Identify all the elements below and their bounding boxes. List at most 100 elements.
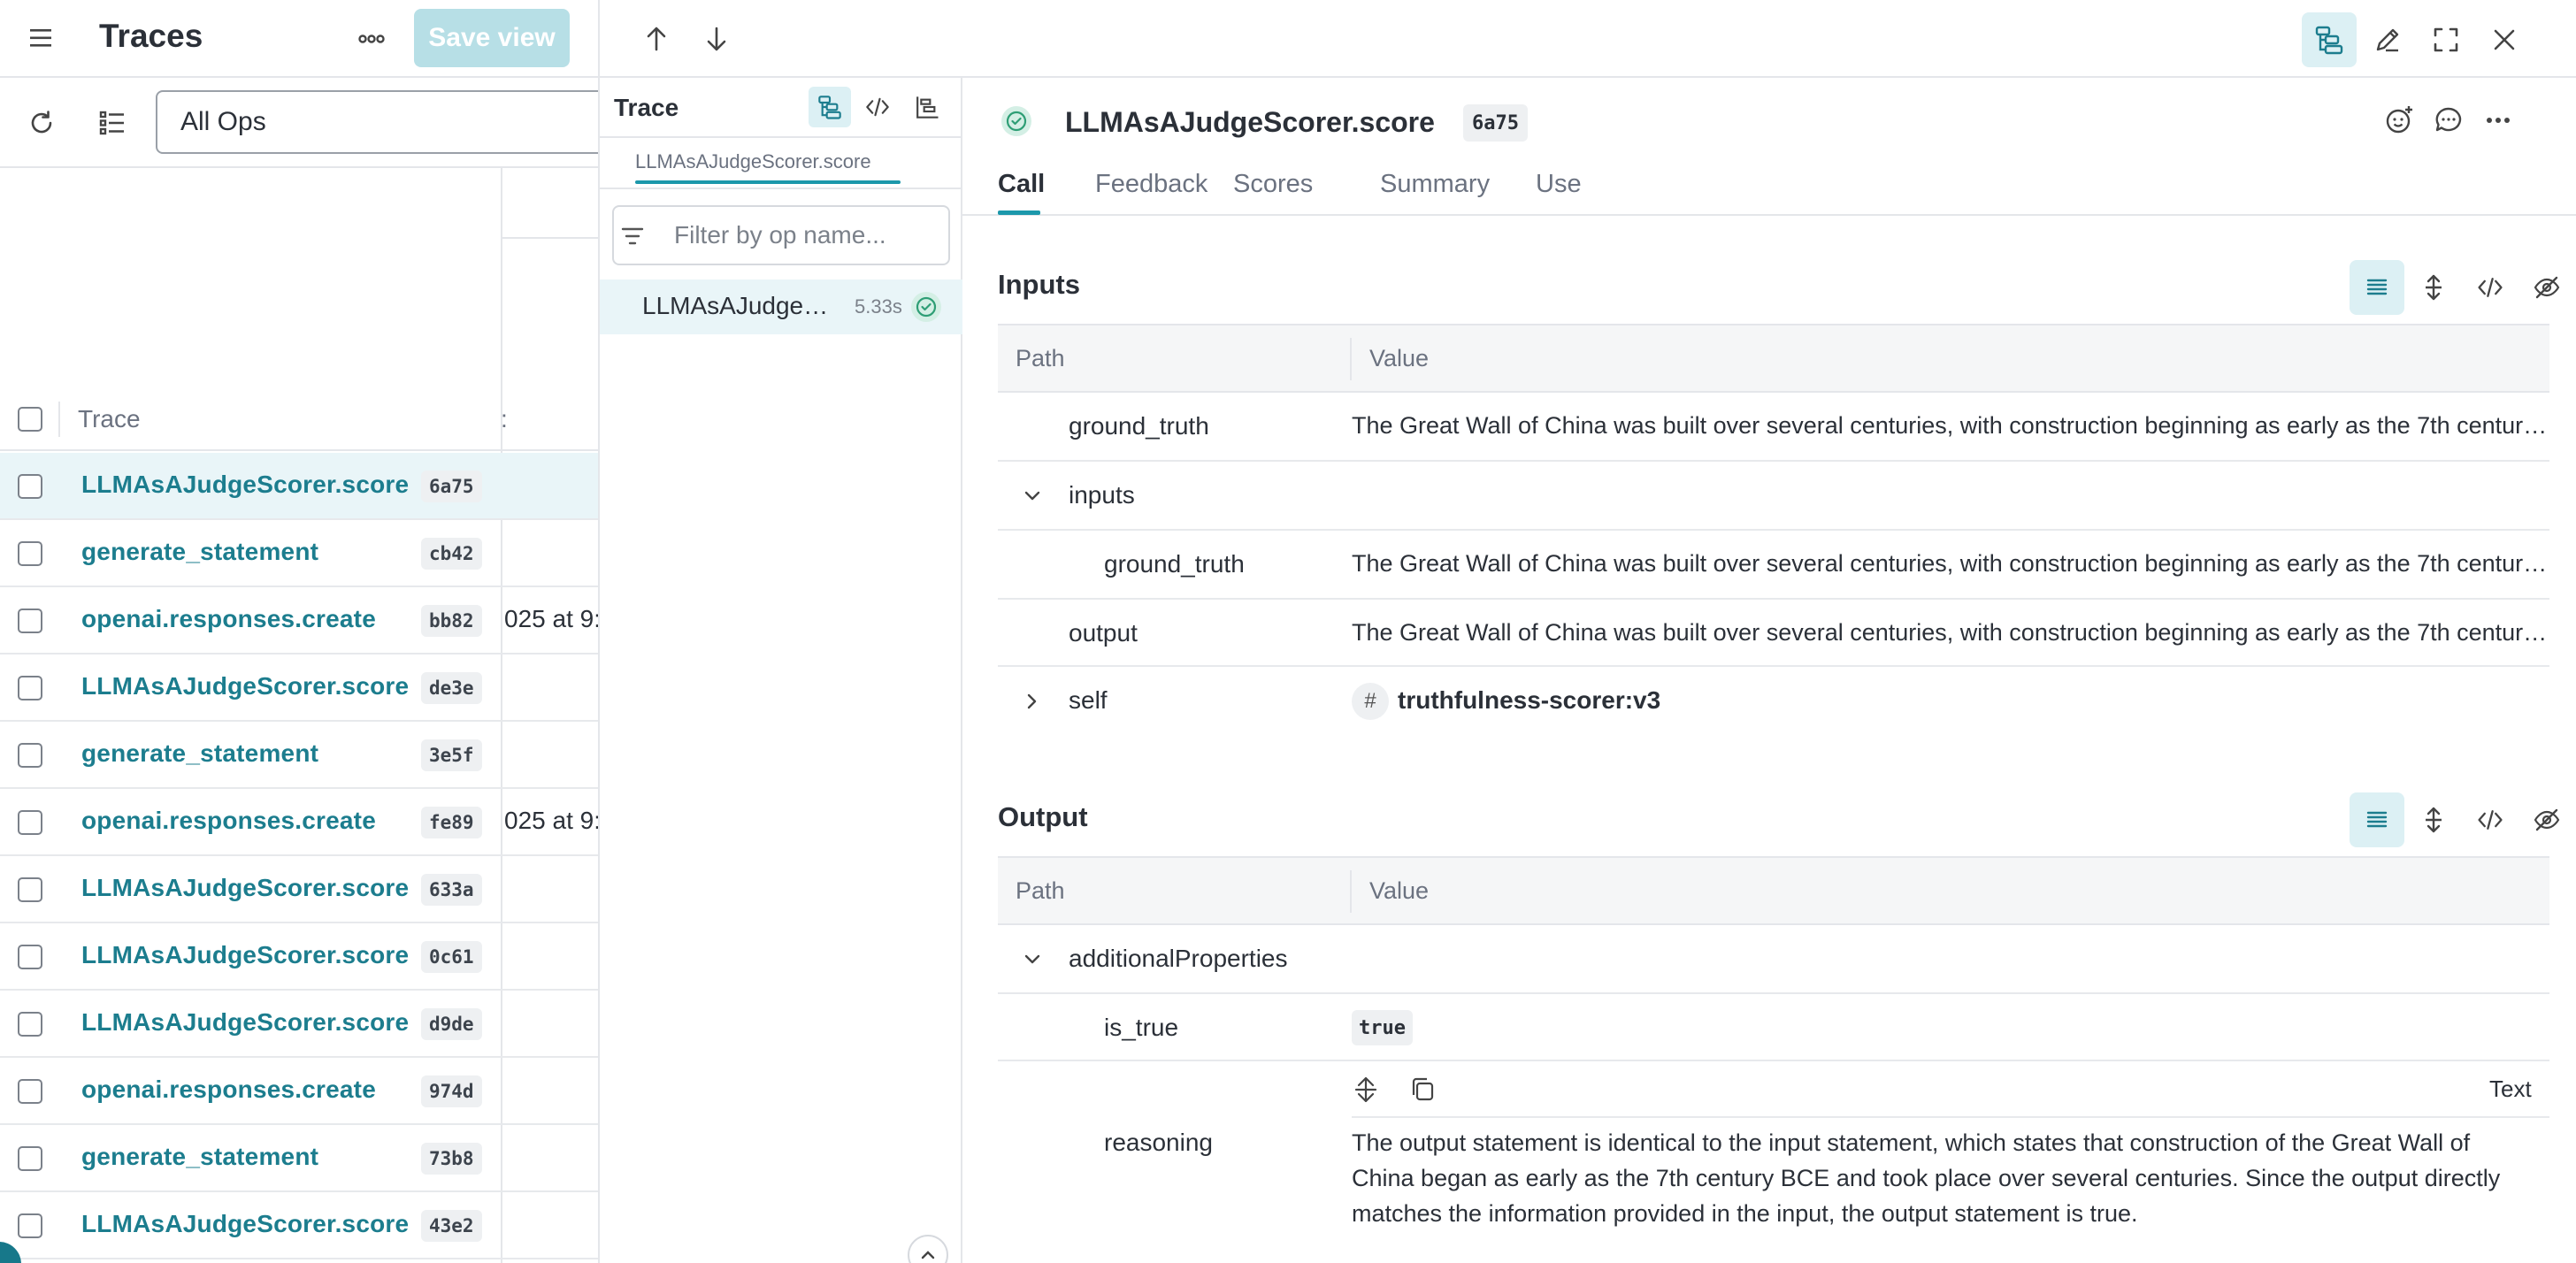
tab-scores[interactable]: Scores: [1233, 170, 1313, 199]
trace-name-link[interactable]: generate_statement: [81, 1143, 318, 1171]
trace-name-link[interactable]: LLMAsAJudgeScorer.score: [81, 1210, 409, 1238]
trace-name-link[interactable]: LLMAsAJudgeScorer.score: [81, 941, 409, 969]
inputs-list-view-button[interactable]: [2350, 260, 2404, 315]
output-hide-button[interactable]: [2519, 792, 2574, 847]
trace-id-badge: 974d: [421, 1075, 482, 1107]
divider: [600, 188, 962, 189]
code-view-button[interactable]: [856, 87, 899, 127]
list-view-icon: [2363, 806, 2391, 834]
trace-id-badge: 43e2: [421, 1210, 482, 1242]
row-checkbox[interactable]: [18, 1012, 42, 1037]
trace-name-link[interactable]: LLMAsAJudgeScorer.score: [81, 874, 409, 902]
trace-row[interactable]: LLMAsAJudgeScorer.score 43e2: [0, 1192, 598, 1259]
chevron-right-icon[interactable]: [1021, 690, 1044, 713]
trace-row[interactable]: generate_statement cb42: [0, 520, 598, 587]
tab-summary[interactable]: Summary: [1380, 170, 1490, 199]
row-checkbox[interactable]: [18, 945, 42, 969]
inputs-code-button[interactable]: [2463, 260, 2518, 315]
row-checkbox[interactable]: [18, 1146, 42, 1171]
trace-id-badge: 73b8: [421, 1143, 482, 1175]
tab-use[interactable]: Use: [1536, 170, 1582, 199]
more-options-icon[interactable]: [2482, 104, 2514, 136]
output-expand-button[interactable]: [2406, 792, 2461, 847]
inputs-row: self # truthfulness-scorer:v3: [998, 667, 2549, 736]
tab-feedback[interactable]: Feedback: [1095, 170, 1208, 199]
more-options-icon[interactable]: [356, 23, 387, 55]
wrap-text-icon[interactable]: [1352, 1075, 1380, 1104]
path-cell: output: [1069, 619, 1138, 647]
trace-row[interactable]: generate_statement 73b8: [0, 1125, 598, 1192]
trace-breadcrumb[interactable]: LLMAsAJudgeScorer.score: [635, 150, 871, 173]
call-id-badge[interactable]: 6a75: [1463, 104, 1528, 142]
inputs-expand-button[interactable]: [2406, 260, 2461, 315]
value-format-label[interactable]: Text: [2489, 1075, 2532, 1103]
row-checkbox[interactable]: [18, 810, 42, 835]
close-button[interactable]: [2477, 12, 2532, 67]
trace-name-link[interactable]: LLMAsAJudgeScorer.score: [81, 1008, 409, 1037]
edit-button[interactable]: [2360, 12, 2415, 67]
path-cell: inputs: [1069, 481, 1135, 509]
op-name-filter-input[interactable]: Filter by op name...: [612, 205, 950, 265]
trace-row[interactable]: openai.responses.create fe89 025 at 9:1: [0, 789, 598, 856]
divider: [600, 136, 962, 138]
arrow-up-icon[interactable]: [639, 21, 674, 57]
trace-column-header[interactable]: Trace: [78, 405, 141, 433]
tree-view-button[interactable]: [809, 87, 851, 127]
trace-name-link[interactable]: openai.responses.create: [81, 807, 376, 835]
output-row: reasoning Text The output statement is i…: [998, 1061, 2549, 1263]
chevron-down-icon[interactable]: [1021, 485, 1044, 508]
trace-row[interactable]: LLMAsAJudgeScorer.score d9de: [0, 991, 598, 1058]
trace-row[interactable]: generate_statement 3e5f: [0, 722, 598, 789]
row-checkbox[interactable]: [18, 609, 42, 633]
ops-filter-select[interactable]: All Ops: [156, 90, 598, 154]
trace-tree-view-button[interactable]: [2302, 12, 2357, 67]
trace-name-link[interactable]: generate_statement: [81, 739, 318, 768]
inputs-table: Path Value ground_truth The Great Wall o…: [998, 324, 2549, 819]
tab-call[interactable]: Call: [998, 170, 1045, 199]
output-group-row[interactable]: additionalProperties: [998, 925, 2549, 994]
trace-name-link[interactable]: openai.responses.create: [81, 605, 376, 633]
timeline-view-button[interactable]: [906, 87, 948, 127]
trace-row[interactable]: LLMAsAJudgeScorer.score 633a: [0, 856, 598, 923]
trace-name-link[interactable]: openai.responses.create: [81, 1075, 376, 1104]
trace-name-link[interactable]: generate_statement: [81, 538, 318, 566]
trace-row[interactable]: openai.responses.create bb82 025 at 9:2: [0, 587, 598, 654]
trace-row[interactable]: LLMAsAJudgeScorer.score de3e: [0, 654, 598, 722]
output-code-button[interactable]: [2463, 792, 2518, 847]
trace-row[interactable]: openai.responses.create 974d: [0, 1058, 598, 1125]
add-reaction-icon[interactable]: [2383, 104, 2415, 136]
inputs-group-row[interactable]: inputs: [998, 462, 2549, 531]
menu-icon[interactable]: [27, 25, 57, 51]
inputs-hide-button[interactable]: [2519, 260, 2574, 315]
row-checkbox[interactable]: [18, 1213, 42, 1238]
code-icon: [866, 97, 889, 117]
row-checkbox[interactable]: [18, 1079, 42, 1104]
output-table-header: Path Value: [998, 856, 2549, 925]
save-view-button[interactable]: Save view: [414, 9, 570, 67]
fullscreen-button[interactable]: [2419, 12, 2473, 67]
column-settings-icon[interactable]: [97, 108, 127, 138]
success-check-icon: [909, 290, 943, 324]
row-checkbox[interactable]: [18, 676, 42, 700]
trace-tree-item[interactable]: LLMAsAJudge… 5.33s: [600, 279, 962, 334]
trace-name-link[interactable]: LLMAsAJudgeScorer.score: [81, 471, 409, 499]
chevron-down-icon[interactable]: [1021, 948, 1044, 971]
inputs-row: output The Great Wall of China was built…: [998, 600, 2549, 667]
trace-name-link[interactable]: LLMAsAJudgeScorer.score: [81, 672, 409, 700]
trace-date-cell: 025 at 9:2: [504, 605, 598, 632]
row-checkbox[interactable]: [18, 743, 42, 768]
row-checkbox[interactable]: [18, 877, 42, 902]
refresh-icon[interactable]: [27, 108, 57, 138]
detail-toolbar: [600, 0, 2576, 78]
scorer-ref-link[interactable]: truthfulness-scorer:v3: [1398, 686, 1660, 715]
arrow-down-icon[interactable]: [699, 21, 734, 57]
trace-row[interactable]: LLMAsAJudgeScorer.score 0c61: [0, 923, 598, 991]
output-list-view-button[interactable]: [2350, 792, 2404, 847]
trace-row[interactable]: LLMAsAJudgeScorer.score 6a75: [0, 453, 598, 520]
scroll-up-button[interactable]: [908, 1235, 948, 1263]
comment-icon[interactable]: [2433, 104, 2465, 136]
copy-icon[interactable]: [1408, 1075, 1437, 1104]
row-checkbox[interactable]: [18, 541, 42, 566]
row-checkbox[interactable]: [18, 474, 42, 499]
select-all-checkbox[interactable]: [18, 407, 42, 432]
